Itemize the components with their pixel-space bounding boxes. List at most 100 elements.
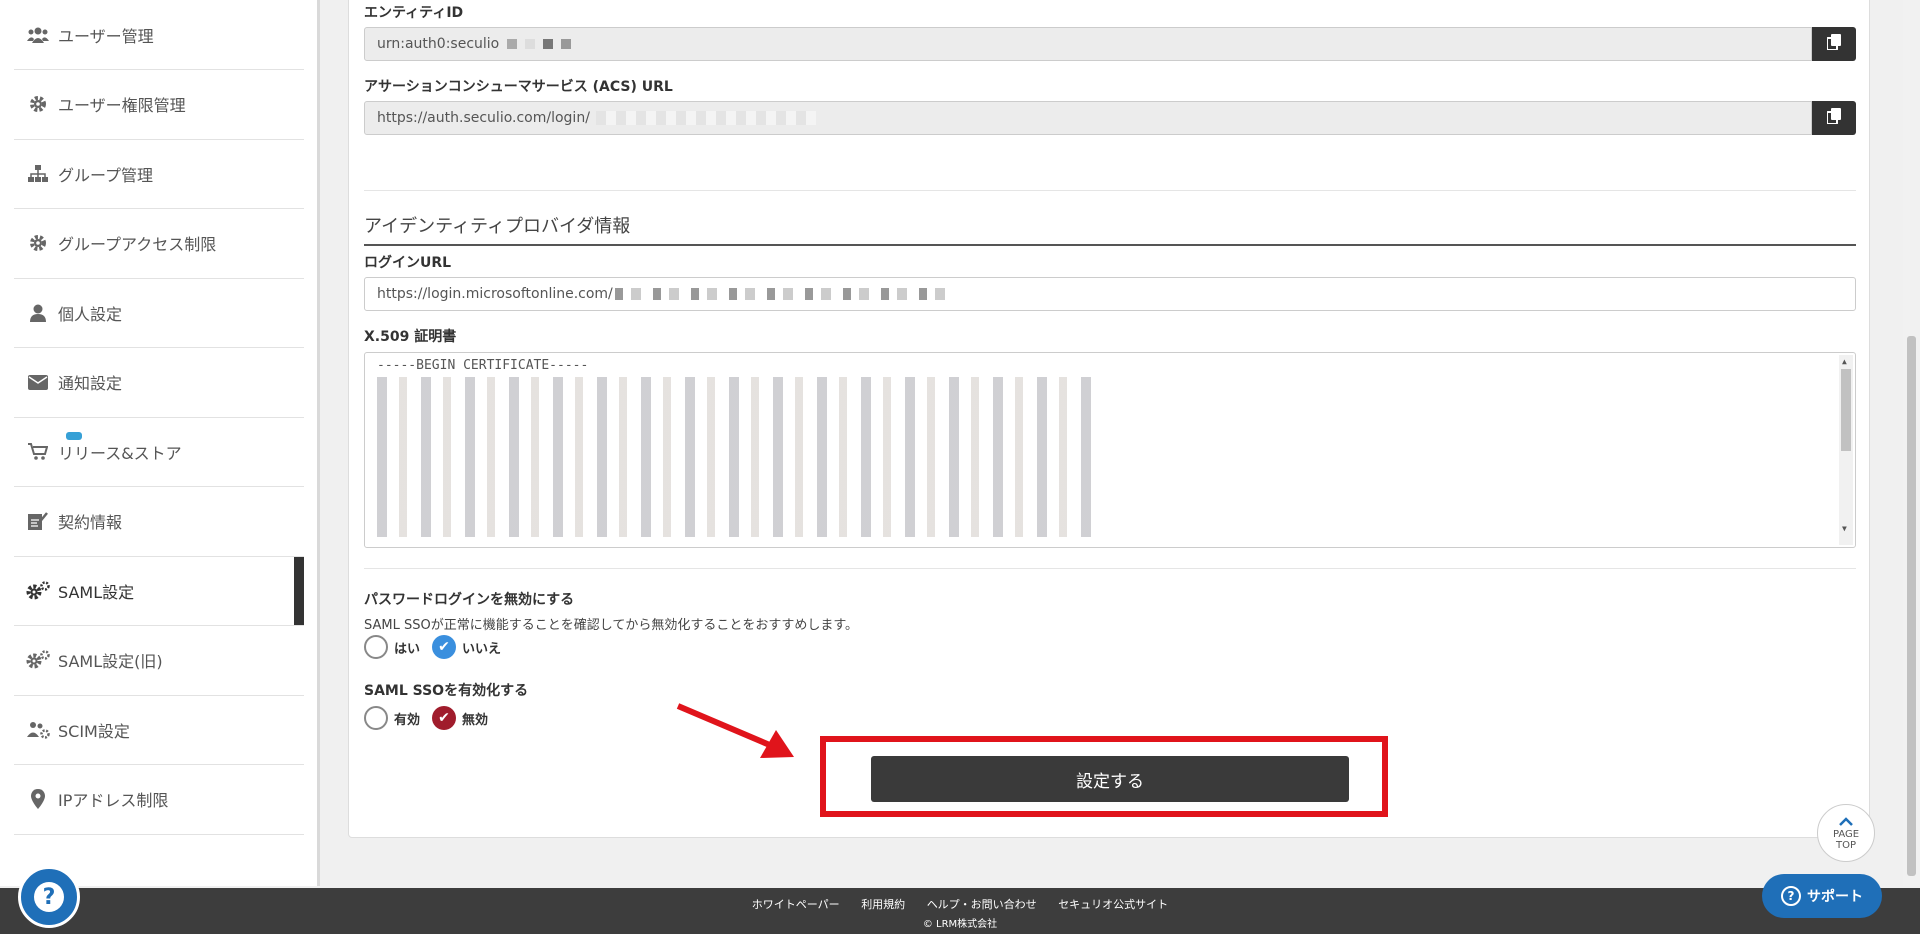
sidebar-item-contract[interactable]: 契約情報 — [14, 487, 304, 557]
certificate-textarea[interactable]: -----BEGIN CERTIFICATE----- ▲ ▼ — [364, 352, 1856, 548]
certificate-label: X.509 証明書 — [364, 329, 457, 345]
redacted-block — [507, 39, 518, 49]
footer: ホワイトペーパー 利用規約 ヘルプ・お問い合わせ セキュリオ公式サイト © LR… — [0, 888, 1920, 934]
scroll-up-icon[interactable]: ▲ — [1842, 357, 1847, 366]
chevron-up-icon — [1838, 816, 1854, 829]
footer-link-whitepaper[interactable]: ホワイトペーパー — [752, 898, 840, 911]
saml-sso-radio-group: 有効 ✔ 無効 — [364, 706, 500, 730]
textarea-scrollbar[interactable]: ▲ ▼ — [1839, 355, 1853, 545]
redacted-block — [561, 39, 572, 49]
footer-links: ホワイトペーパー 利用規約 ヘルプ・お問い合わせ セキュリオ公式サイト — [0, 896, 1920, 912]
envelope-icon — [26, 372, 50, 392]
support-label: サポート — [1807, 889, 1863, 905]
copy-icon — [1826, 34, 1841, 54]
support-button[interactable]: ? サポート — [1762, 874, 1882, 918]
gear-icon — [26, 94, 50, 114]
redacted-block — [525, 39, 536, 49]
redacted-block — [543, 39, 554, 49]
sidebar-item-scim-settings[interactable]: SCIM設定 — [14, 696, 304, 765]
radio-enabled[interactable] — [364, 706, 388, 730]
password-login-note: SAML SSOが正常に機能することを確認してから無効化することをおすすめします… — [364, 618, 859, 633]
users-gear-icon — [26, 720, 50, 740]
login-url-label: ログインURL — [364, 255, 452, 271]
annotation-highlight-box — [820, 736, 1388, 817]
contract-icon — [26, 511, 50, 531]
login-url-value: https://login.microsoftonline.com/ — [377, 286, 613, 302]
page-top-button[interactable]: PAGE TOP — [1817, 804, 1875, 862]
sidebar-item-saml-settings-old[interactable]: SAML設定(旧) — [14, 626, 304, 696]
copyright: © LRM株式会社 — [922, 919, 998, 930]
acs-url-label: アサーションコンシューマサービス (ACS) URL — [364, 79, 673, 95]
idp-section-title: アイデンティティプロバイダ情報 — [364, 212, 1856, 246]
sidebar-menu: ユーザー管理 ユーザー権限管理 グループ管理 グループアクセス制限 個人設定 通… — [14, 0, 304, 835]
sidebar-item-label: SCIM設定 — [58, 721, 130, 741]
redacted-block — [595, 111, 816, 125]
sidebar-item-notifications[interactable]: 通知設定 — [14, 348, 304, 418]
radio-disabled-label[interactable]: 無効 — [462, 709, 488, 728]
acs-url-value: https://auth.seculio.com/login/ — [377, 110, 590, 126]
check-icon: ✔ — [438, 639, 450, 655]
saml-sso-label: SAML SSOを有効化する — [364, 683, 529, 699]
entity-id-label: エンティティID — [364, 5, 464, 21]
entity-id-value: urn:auth0:seculio — [377, 36, 500, 52]
acs-url-field[interactable]: https://auth.seculio.com/login/ — [364, 101, 1812, 135]
section-divider — [364, 190, 1856, 191]
sidebar-item-release-store[interactable]: リリース&ストア — [14, 418, 304, 487]
redacted-block — [614, 288, 955, 300]
user-icon — [26, 303, 50, 323]
radio-yes-label[interactable]: はい — [394, 638, 420, 657]
question-icon: ? — [1781, 886, 1801, 906]
help-button[interactable]: ? — [18, 866, 80, 928]
question-icon: ? — [34, 882, 64, 912]
scrollbar-thumb[interactable] — [1907, 336, 1916, 876]
certificate-value: -----BEGIN CERTIFICATE----- — [377, 358, 589, 373]
check-icon: ✔ — [438, 710, 450, 726]
sidebar-item-label: IPアドレス制限 — [58, 791, 169, 811]
gears-icon — [26, 581, 50, 601]
scroll-down-icon[interactable]: ▼ — [1842, 524, 1847, 533]
sidebar: ユーザー管理 ユーザー権限管理 グループ管理 グループアクセス制限 個人設定 通… — [0, 0, 320, 886]
sidebar-item-ip-restriction[interactable]: IPアドレス制限 — [14, 765, 304, 835]
page-top-line1: PAGE — [1832, 828, 1860, 840]
gears-icon — [26, 650, 50, 670]
cart-icon — [26, 442, 50, 462]
footer-link-help[interactable]: ヘルプ・お問い合わせ — [927, 898, 1037, 911]
window-scrollbar[interactable] — [1903, 0, 1920, 886]
sidebar-item-users[interactable]: ユーザー管理 — [14, 0, 304, 70]
sidebar-item-label: SAML設定 — [58, 582, 135, 602]
password-login-radio-group: はい ✔ いいえ — [364, 635, 513, 659]
radio-no-label[interactable]: いいえ — [462, 638, 501, 657]
footer-link-terms[interactable]: 利用規約 — [861, 898, 905, 911]
radio-no-checked[interactable]: ✔ — [432, 635, 457, 659]
users-icon — [26, 25, 50, 45]
sidebar-item-label: リリース&ストア — [58, 443, 182, 463]
sidebar-item-label: 通知設定 — [58, 374, 123, 394]
sidebar-item-label: ユーザー権限管理 — [58, 96, 186, 116]
new-badge — [66, 431, 82, 440]
login-url-input[interactable]: https://login.microsoftonline.com/ — [364, 277, 1856, 311]
radio-enabled-label[interactable]: 有効 — [394, 709, 420, 728]
scrollbar-thumb[interactable] — [1841, 369, 1851, 451]
password-login-label: パスワードログインを無効にする — [364, 592, 575, 608]
sidebar-item-label: グループ管理 — [58, 165, 154, 185]
sidebar-item-saml-settings[interactable]: SAML設定 — [14, 556, 304, 626]
annotation-arrow — [676, 703, 794, 758]
sidebar-item-group-access[interactable]: グループアクセス制限 — [14, 209, 304, 279]
sidebar-item-personal-settings[interactable]: 個人設定 — [14, 279, 304, 348]
copy-acs-url-button[interactable] — [1812, 101, 1856, 135]
sitemap-icon — [26, 164, 50, 184]
page-top-line2: TOP — [1835, 839, 1856, 851]
footer-link-official-site[interactable]: セキュリオ公式サイト — [1058, 898, 1168, 911]
copy-icon — [1826, 108, 1841, 128]
sidebar-item-label: 個人設定 — [58, 304, 123, 324]
section-divider — [364, 568, 1856, 569]
gear-icon — [26, 233, 50, 253]
sidebar-item-label: 契約情報 — [58, 513, 123, 533]
radio-disabled-checked[interactable]: ✔ — [432, 706, 457, 730]
sidebar-item-user-permissions[interactable]: ユーザー権限管理 — [14, 70, 304, 140]
sidebar-item-groups[interactable]: グループ管理 — [14, 140, 304, 209]
radio-yes[interactable] — [364, 635, 388, 659]
entity-id-field[interactable]: urn:auth0:seculio — [364, 27, 1812, 61]
copy-entity-id-button[interactable] — [1812, 27, 1856, 61]
sidebar-item-label: ユーザー管理 — [58, 27, 154, 46]
